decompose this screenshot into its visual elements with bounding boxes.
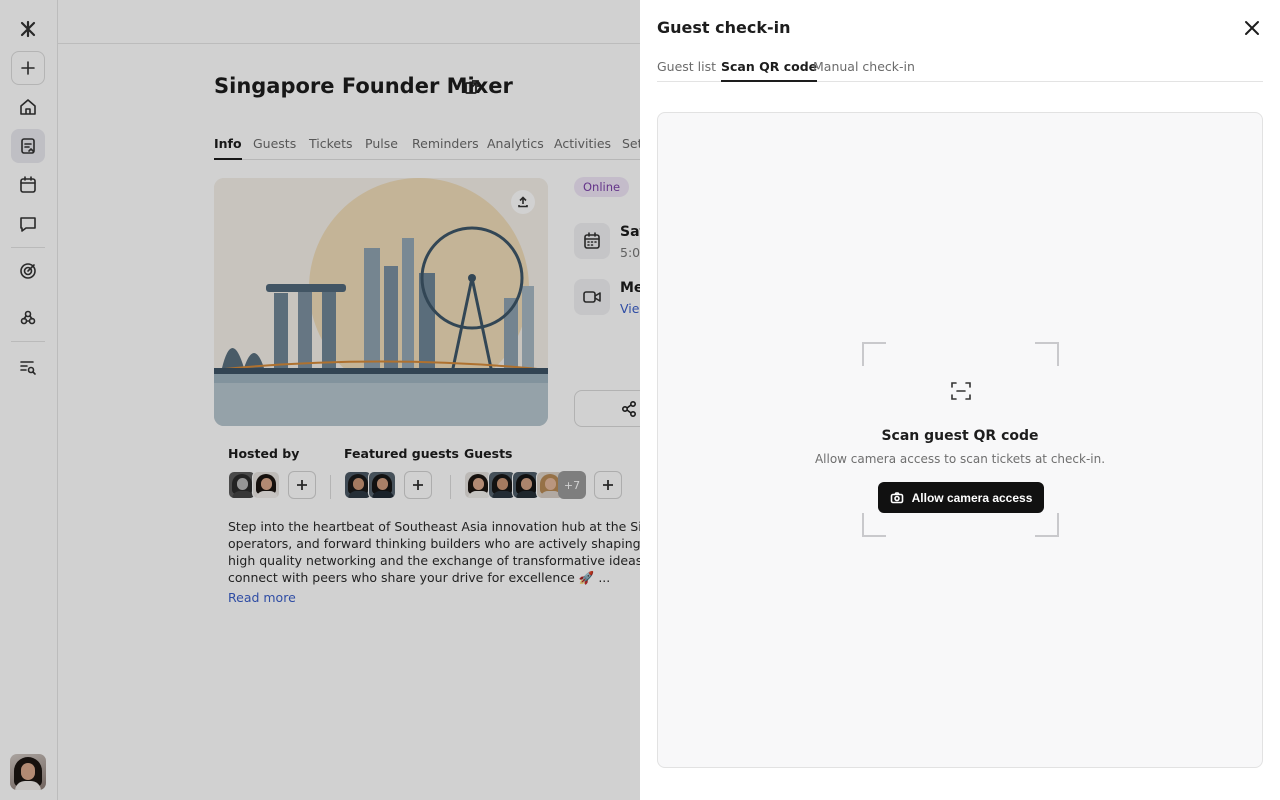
- scan-title: Scan guest QR code: [881, 428, 1039, 444]
- overlay-backdrop[interactable]: [0, 0, 640, 800]
- qr-scanner-panel: Scan guest QR code Allow camera access t…: [657, 112, 1263, 768]
- scan-subtitle: Allow camera access to scan tickets at c…: [814, 452, 1106, 466]
- guest-checkin-drawer: Guest check-in Guest list Scan QR code M…: [640, 0, 1280, 800]
- checkin-tabs: Guest list Scan QR code Manual check-in: [657, 59, 1263, 82]
- scan-frame-corner: [862, 513, 886, 537]
- tab-guest-list[interactable]: Guest list: [657, 59, 716, 82]
- tab-scan-qr-code[interactable]: Scan QR code: [721, 59, 818, 82]
- allow-camera-button[interactable]: Allow camera access: [878, 482, 1044, 513]
- tab-manual-check-in[interactable]: Manual check-in: [813, 59, 915, 82]
- camera-icon: [890, 491, 903, 503]
- scan-icon: [949, 379, 973, 403]
- scan-frame-corner: [862, 342, 886, 366]
- scan-frame-corner: [1035, 342, 1059, 366]
- drawer-title: Guest check-in: [657, 18, 791, 37]
- allow-camera-label: Allow camera access: [911, 490, 1033, 505]
- close-icon[interactable]: [1241, 17, 1263, 39]
- scan-frame-corner: [1035, 513, 1059, 537]
